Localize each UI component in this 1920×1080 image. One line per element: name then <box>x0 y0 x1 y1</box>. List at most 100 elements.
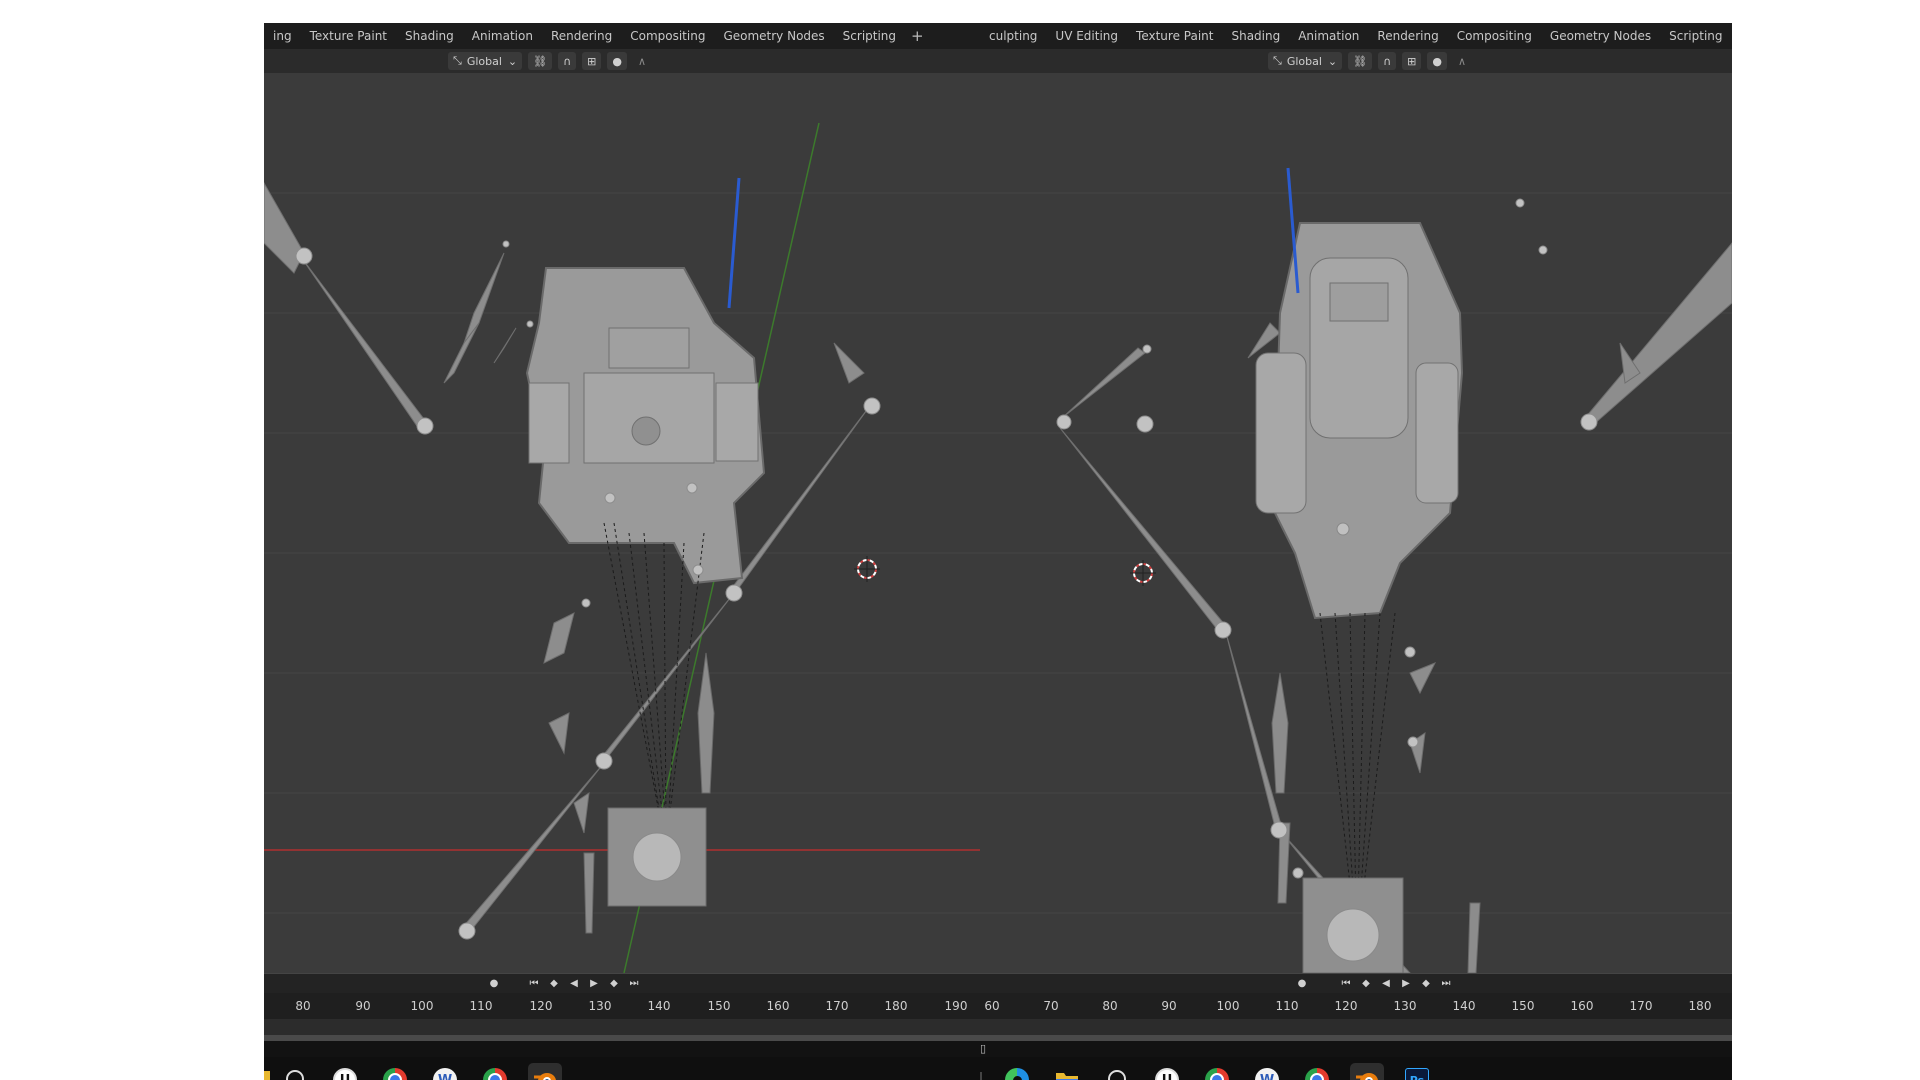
wps-writer-icon[interactable]: W <box>428 1063 462 1080</box>
tab-rendering[interactable]: Rendering <box>542 23 621 49</box>
tab-compositing[interactable]: Compositing <box>1448 23 1541 49</box>
tab-texture-paint[interactable]: Texture Paint <box>301 23 396 49</box>
tab-geometry-nodes[interactable]: Geometry Nodes <box>714 23 833 49</box>
add-workspace-button[interactable]: + <box>905 27 930 45</box>
tab-geometry-nodes[interactable]: Geometry Nodes <box>1541 23 1660 49</box>
frame-tick: 180 <box>884 999 908 1013</box>
proportional-edit-button[interactable]: ● <box>1427 52 1447 70</box>
workspace-tabs-left: ing Texture Paint Shading Animation Rend… <box>264 23 980 49</box>
prev-keyframe-icon[interactable]: ◆ <box>1358 976 1374 992</box>
link-icon: ⛓ <box>1353 54 1368 68</box>
antenna-blue-bone <box>727 177 741 309</box>
tab-scripting[interactable]: Scripting <box>834 23 905 49</box>
left-blender-window: ing Texture Paint Shading Animation Rend… <box>264 23 980 1080</box>
chrome-icon[interactable] <box>1200 1063 1234 1080</box>
unreal-engine-icon[interactable]: U <box>328 1063 362 1080</box>
blender-icon[interactable] <box>1350 1063 1384 1080</box>
timeline-track-left[interactable] <box>264 1019 980 1035</box>
tab-animation[interactable]: Animation <box>1289 23 1368 49</box>
orientation-axes-icon: ⤡ <box>1273 54 1282 67</box>
pivot-point-button[interactable]: ⛓ <box>528 52 553 70</box>
epic-launcher-icon[interactable] <box>1100 1063 1134 1080</box>
transform-orientation-select[interactable]: ⤡ Global ⌄ <box>448 52 523 70</box>
tab-shading[interactable]: Shading <box>1222 23 1289 49</box>
transform-orientation-label: Global <box>1286 54 1322 68</box>
playback-controls-left: ● ⏮ ◆ ◀ ▶ ◆ ⏭ <box>264 973 980 994</box>
file-explorer-partial-icon[interactable] <box>264 1063 270 1080</box>
frame-tick: 110 <box>469 999 493 1013</box>
chevron-down-icon: ⌄ <box>1327 54 1338 68</box>
play-reverse-icon[interactable]: ◀ <box>1378 976 1394 992</box>
frame-tick: 90 <box>1161 999 1177 1013</box>
tab-animation[interactable]: Animation <box>463 23 542 49</box>
jump-start-icon[interactable]: ⏮ <box>1338 976 1354 992</box>
frame-tick: 70 <box>1043 999 1059 1013</box>
tab-scripting[interactable]: Scripting <box>1660 23 1731 49</box>
frame-tick: 120 <box>1334 999 1358 1013</box>
tab-rendering[interactable]: Rendering <box>1368 23 1447 49</box>
taskbar-left: U W <box>264 1057 980 1080</box>
transform-orientation-label: Global <box>466 54 502 68</box>
snap-target-button[interactable]: ⊞ <box>1402 52 1422 70</box>
snap-toggle-button[interactable]: ∩ <box>558 52 577 70</box>
epic-launcher-icon[interactable] <box>278 1063 312 1080</box>
right-blender-window: culpting UV Editing Texture Paint Shadin… <box>980 23 1732 1080</box>
viewport-scene-right <box>980 167 1732 973</box>
timeline-track-right[interactable] <box>980 1019 1732 1035</box>
tab-shading[interactable]: Shading <box>396 23 463 49</box>
jump-end-icon[interactable]: ⏭ <box>1438 976 1454 992</box>
3d-viewport-right[interactable] <box>980 73 1732 973</box>
tab-compositing[interactable]: Compositing <box>621 23 714 49</box>
frame-tick: 80 <box>295 999 311 1013</box>
prev-keyframe-icon[interactable]: ◆ <box>546 976 562 992</box>
play-reverse-icon[interactable]: ◀ <box>566 976 582 992</box>
jump-end-icon[interactable]: ⏭ <box>626 976 642 992</box>
file-explorer-icon[interactable] <box>1050 1063 1084 1080</box>
proportional-dot-icon: ● <box>612 54 622 68</box>
chrome-profile-icon[interactable] <box>1300 1063 1334 1080</box>
pivot-point-button[interactable]: ⛓ <box>1348 52 1373 70</box>
viewport-scene-left <box>264 122 980 973</box>
record-dot-icon[interactable]: ● <box>486 976 502 992</box>
falloff-curve-icon: ∧ <box>637 54 647 68</box>
next-keyframe-icon[interactable]: ◆ <box>606 976 622 992</box>
frame-tick: 100 <box>410 999 434 1013</box>
unreal-engine-icon[interactable]: U <box>1150 1063 1184 1080</box>
tab-sculpting-partial[interactable]: culpting <box>980 23 1046 49</box>
3d-viewport-left[interactable] <box>264 73 980 973</box>
chrome-profile-icon[interactable] <box>478 1063 512 1080</box>
timeline-ruler-right[interactable]: 60 70 80 90 100 110 120 130 140 150 160 … <box>980 993 1732 1020</box>
proportional-edit-button[interactable]: ● <box>607 52 627 70</box>
falloff-button[interactable]: ∧ <box>1453 52 1471 70</box>
blender-icon[interactable] <box>528 1063 562 1080</box>
transform-orientation-select[interactable]: ⤡ Global ⌄ <box>1268 52 1343 70</box>
next-keyframe-icon[interactable]: ◆ <box>1418 976 1434 992</box>
frame-tick: 80 <box>1102 999 1118 1013</box>
timeline-ruler-left[interactable]: 80 90 100 110 120 130 140 150 160 170 18… <box>264 993 980 1020</box>
status-strip-left <box>264 1041 980 1057</box>
viewport-header-right: ⤡ Global ⌄ ⛓ ∩ ⊞ ● ∧ <box>980 49 1732 73</box>
snap-toggle-button[interactable]: ∩ <box>1378 52 1397 70</box>
snap-target-button[interactable]: ⊞ <box>582 52 602 70</box>
3d-cursor-left <box>854 556 880 582</box>
tab-uv-editing[interactable]: UV Editing <box>1046 23 1127 49</box>
chrome-icon[interactable] <box>378 1063 412 1080</box>
play-icon[interactable]: ▶ <box>586 976 602 992</box>
falloff-button[interactable]: ∧ <box>633 52 651 70</box>
photoshop-icon[interactable]: Ps <box>1400 1063 1434 1080</box>
viewport-header-left: ⤡ Global ⌄ ⛓ ∩ ⊞ ● ∧ <box>264 49 980 73</box>
wps-writer-icon[interactable]: W <box>1250 1063 1284 1080</box>
frame-tick: 190 <box>944 999 968 1013</box>
mouse-icon: ▯ <box>980 1042 987 1055</box>
snap-grid-icon: ⊞ <box>1407 54 1417 68</box>
3d-cursor-right <box>1130 560 1156 586</box>
edge-icon[interactable] <box>1000 1063 1034 1080</box>
play-icon[interactable]: ▶ <box>1398 976 1414 992</box>
orientation-axes-icon: ⤡ <box>453 54 462 67</box>
link-icon: ⛓ <box>533 54 548 68</box>
frame-tick: 180 <box>1688 999 1712 1013</box>
jump-start-icon[interactable]: ⏮ <box>526 976 542 992</box>
record-dot-icon[interactable]: ● <box>1294 976 1310 992</box>
tab-texture-paint[interactable]: Texture Paint <box>1127 23 1222 49</box>
tab-partial-left[interactable]: ing <box>264 23 301 49</box>
